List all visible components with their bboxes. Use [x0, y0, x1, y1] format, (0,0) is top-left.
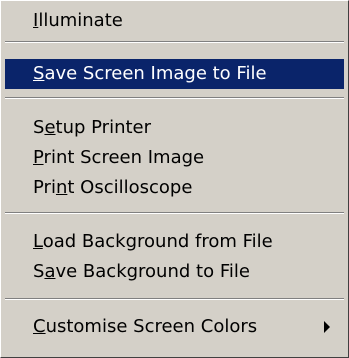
menu-item-label-suffix: rint Screen Image — [43, 147, 205, 168]
menu-item-mnemonic: L — [33, 231, 43, 252]
menu-item-label-prefix: S — [33, 117, 45, 138]
menu-item-label-suffix: ave Screen Image to File — [44, 63, 267, 84]
menu-item-label-suffix: lluminate — [38, 10, 123, 31]
menu-item-mnemonic: a — [44, 261, 56, 282]
menu-item-mnemonic: C — [33, 316, 46, 337]
menu-item-mnemonic: P — [33, 147, 44, 168]
menu-item-load-background[interactable]: Load Background from File — [33, 227, 273, 257]
menu-separator — [5, 41, 344, 43]
submenu-arrow-icon — [324, 321, 330, 333]
menu-item-save-screen-image[interactable]: Save Screen Image to File — [5, 59, 344, 89]
menu-separator — [5, 298, 344, 300]
menu-separator — [5, 212, 344, 214]
menu-item-label-suffix: ustomise Screen Colors — [45, 316, 258, 337]
menu-item-label-suffix: tup Printer — [55, 117, 152, 138]
menu-item-label-prefix: Pri — [33, 177, 56, 198]
menu-separator — [5, 97, 344, 99]
menu-item-mnemonic: n — [55, 177, 68, 198]
menu-item-mnemonic: e — [44, 117, 56, 138]
menu-item-label-suffix: ve Background to File — [55, 261, 250, 282]
context-menu: Illuminate Save Screen Image to File Set… — [0, 0, 349, 358]
menu-item-label-suffix: t Oscilloscope — [67, 177, 193, 198]
menu-item-illuminate[interactable]: Illuminate — [33, 6, 123, 36]
menu-item-setup-printer[interactable]: Setup Printer — [33, 113, 151, 143]
menu-item-customise-screen-colors[interactable]: Customise Screen Colors — [33, 312, 257, 342]
menu-item-label-prefix: S — [33, 261, 45, 282]
menu-item-save-background[interactable]: Save Background to File — [33, 257, 250, 287]
menu-item-print-screen-image[interactable]: Print Screen Image — [33, 143, 204, 173]
menu-item-label-suffix: oad Background from File — [42, 231, 273, 252]
menu-item-print-oscilloscope[interactable]: Print Oscilloscope — [33, 173, 192, 203]
menu-item-mnemonic: S — [33, 63, 45, 84]
